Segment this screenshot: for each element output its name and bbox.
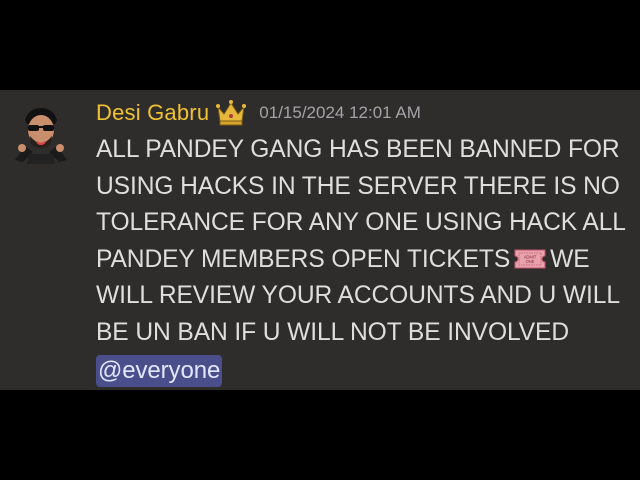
- everyone-mention[interactable]: @everyone: [96, 355, 223, 387]
- message-header: Desi Gabru 01/15/2024 12:01 AM: [96, 96, 421, 130]
- message-line: TOLERANCE FOR ANY ONE USING HACK ALL: [96, 209, 626, 236]
- message-line-text: PANDEY MEMBERS OPEN TICKETS: [96, 245, 511, 273]
- message-line-text: WE: [550, 245, 590, 273]
- username[interactable]: Desi Gabru: [96, 100, 209, 126]
- message-content: ALL PANDEY GANG HAS BEEN BANNED FOR USIN…: [96, 132, 638, 390]
- message-line: BE UN BAN IF U WILL NOT BE INVOLVED: [96, 318, 569, 346]
- message-line: USING HACKS IN THE SERVER THERE IS NO: [96, 172, 620, 200]
- ticket-text: ONE: [526, 259, 535, 264]
- timestamp: 01/15/2024 12:01 AM: [259, 103, 421, 122]
- avatar[interactable]: [9, 100, 73, 164]
- message-line: PANDEY MEMBERS OPEN TICKETS ADMIT ONE WE: [96, 242, 638, 279]
- admission-ticket-icon: ADMIT ONE: [514, 249, 546, 268]
- message-line: WILL REVIEW YOUR ACCOUNTS AND U WILL: [96, 282, 620, 309]
- crown-icon: [216, 100, 247, 126]
- message-line: ALL PANDEY GANG HAS BEEN BANNED FOR: [96, 136, 620, 163]
- chat-message: Desi Gabru 01/15/2024 12:01 AM ALL PANDE…: [0, 90, 640, 390]
